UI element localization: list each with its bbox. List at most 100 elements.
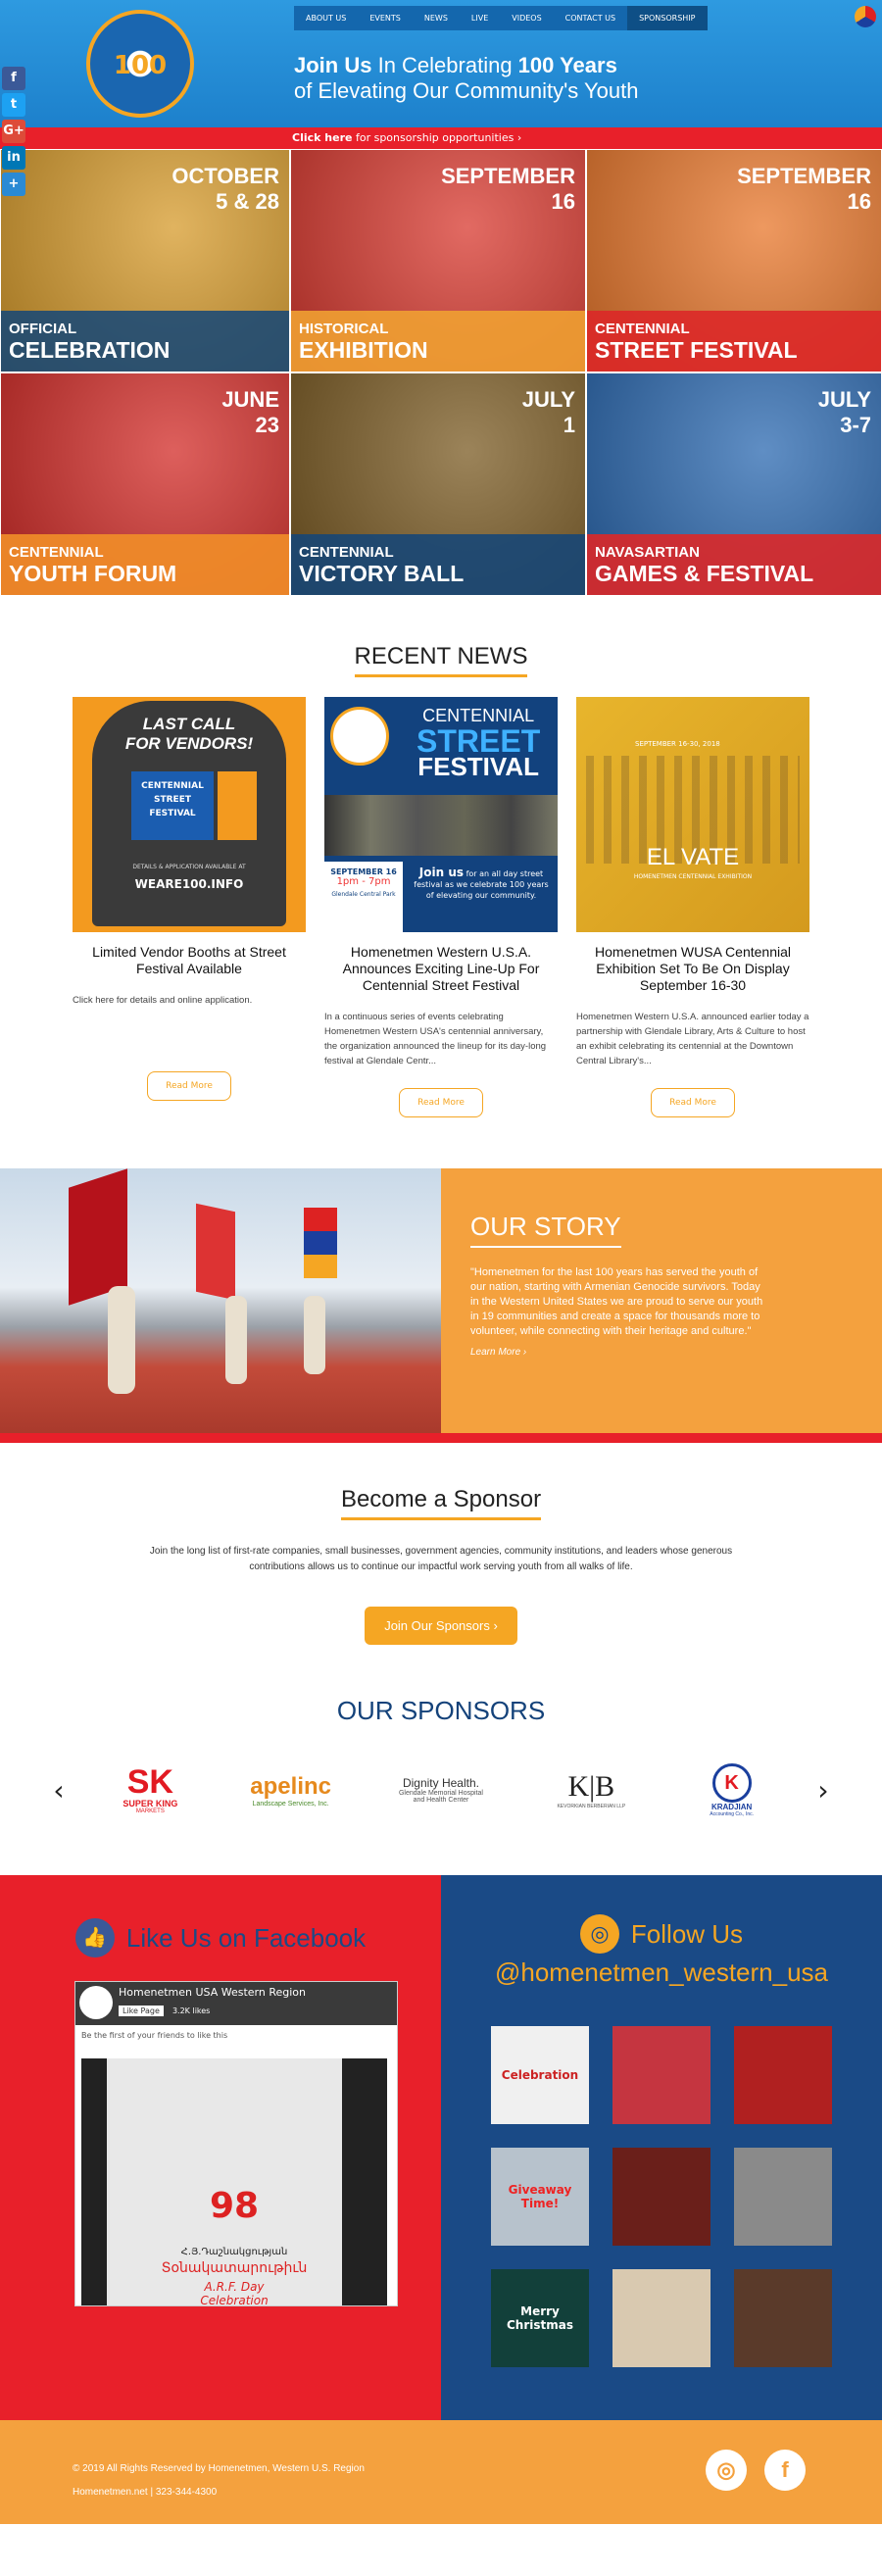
news-image-vendors[interactable]: LAST CALL FOR VENDORS! CENTENNIAL STREET…	[73, 697, 306, 932]
instagram-photo[interactable]	[612, 2269, 710, 2367]
nav-item-sponsorship[interactable]: SPONSORSHIP	[627, 6, 708, 30]
instagram-photo[interactable]: Merry Christmas	[491, 2269, 589, 2367]
news-image-street-festival[interactable]: CENTENNIAL STREET FESTIVAL SEPTEMBER 16 …	[324, 697, 558, 932]
instagram-photo[interactable]	[612, 2148, 710, 2246]
twitter-icon[interactable]: t	[2, 93, 25, 117]
event-caption-line1: NAVASARTIAN	[595, 544, 700, 561]
instagram-grid: Celebration Giveaway Time! Merry Christmas	[491, 2026, 832, 2367]
share-plus-icon[interactable]: +	[2, 173, 25, 196]
chevron-right-icon[interactable]: ›	[813, 1774, 833, 1807]
sponsor-logo-kradjian[interactable]: K KRADJIAN Accounting Co., Inc.	[673, 1762, 791, 1817]
event-month: JULY	[521, 387, 575, 412]
news-title[interactable]: Homenetmen Western U.S.A. Announces Exci…	[324, 944, 558, 994]
instagram-photo[interactable]	[734, 2026, 832, 2124]
like-page-button[interactable]: Like Page	[119, 2006, 164, 2016]
sponsor-logo-sub2: Accounting Co., Inc.	[710, 1810, 755, 1817]
event-caption-line2: EXHIBITION	[299, 337, 428, 363]
nav-item-contact-us[interactable]: CONTACT US	[554, 6, 627, 30]
sponsor-logo-sub: KEVORKIAN BERBERIAN LLP	[557, 1804, 626, 1809]
instagram-photo[interactable]	[734, 2148, 832, 2246]
event-caption-line1: CENTENNIAL	[299, 544, 394, 561]
facebook-icon[interactable]: f	[2, 67, 25, 90]
instagram-photo[interactable]: Giveaway Time!	[491, 2148, 589, 2246]
instagram-photo[interactable]: Celebration	[491, 2026, 589, 2124]
news-card: LAST CALL FOR VENDORS! CENTENNIAL STREET…	[73, 697, 306, 1117]
event-caption-line2: GAMES & FESTIVAL	[595, 561, 814, 586]
news-cards: LAST CALL FOR VENDORS! CENTENNIAL STREET…	[73, 697, 809, 1117]
sponsorship-link[interactable]: Click here	[292, 131, 352, 144]
event-date: JUNE 23	[221, 387, 279, 438]
sponsor-logo-super-king[interactable]: SK SUPER KING MARKETS	[91, 1765, 209, 1814]
news-title[interactable]: Limited Vendor Booths at Street Festival…	[73, 944, 306, 977]
event-tile[interactable]: JUNE 23 CENTENNIAL YOUTH FORUM	[0, 372, 290, 596]
instagram-handle[interactable]: @homenetmen_western_usa	[495, 1957, 828, 1988]
parade-photo	[0, 1168, 441, 1433]
card3-date: SEPTEMBER 16-30, 2018	[635, 740, 720, 748]
facebook-likes: 3.2K likes	[172, 2006, 211, 2015]
event-date: SEPTEMBER 16	[737, 164, 871, 215]
sponsorship-bar[interactable]: Click here for sponsorship opportunities…	[0, 127, 882, 149]
read-more-button[interactable]: Read More	[147, 1071, 231, 1101]
footer-instagram-icon[interactable]: ◎	[706, 2450, 747, 2491]
card3-word: EL VATE	[646, 844, 740, 870]
sponsor-logo-sub2: and Health Center	[413, 1797, 469, 1804]
news-excerpt: In a continuous series of events celebra…	[324, 1012, 547, 1066]
sponsor-logo-dignity-health[interactable]: Dignity Health. Glendale Memorial Hospit…	[372, 1776, 510, 1804]
facebook-widget[interactable]: Homenetmen USA Western Region Like Page …	[74, 1981, 398, 2307]
nav-item-videos[interactable]: VIDEOS	[500, 6, 553, 30]
event-tile[interactable]: JULY 1 CENTENNIAL VICTORY BALL	[290, 372, 586, 596]
event-month: JUNE	[221, 387, 279, 412]
event-tile[interactable]: SEPTEMBER 16 CENTENNIAL STREET FESTIVAL	[586, 149, 882, 372]
event-date: SEPTEMBER 16	[441, 164, 575, 215]
nav-item-news[interactable]: NEWS	[413, 6, 460, 30]
card1-small: DETAILS & APPLICATION AVAILABLE AT	[132, 864, 246, 870]
nav-item-live[interactable]: LIVE	[460, 6, 500, 30]
linkedin-icon[interactable]: in	[2, 146, 25, 170]
footer-facebook-icon[interactable]: f	[764, 2450, 806, 2491]
nav-item-events[interactable]: EVENTS	[358, 6, 413, 30]
sponsor-logo-text: apelinc	[250, 1772, 331, 1800]
post-line3: A.R.F. Day	[204, 2280, 265, 2294]
facebook-post-image[interactable]: 98 Հ.Յ.Դաշնակցության Տօնակատարութիւն A.R…	[81, 2058, 387, 2307]
centennial-logo[interactable]: 100	[86, 10, 194, 118]
event-caption: NAVASARTIAN GAMES & FESTIVAL	[587, 534, 881, 595]
post-line4: Celebration	[200, 2294, 269, 2307]
our-story-title: OUR STORY	[470, 1212, 621, 1248]
learn-more-link[interactable]: Learn More ›	[470, 1345, 764, 1360]
read-more-button[interactable]: Read More	[399, 1088, 483, 1117]
sponsor-logo-apelinc[interactable]: apelinc Landscape Services, Inc.	[232, 1773, 350, 1808]
join-sponsors-button[interactable]: Join Our Sponsors ›	[365, 1607, 517, 1645]
event-tile[interactable]: OCTOBER 5 & 28 OFFICIAL CELEBRATION	[0, 149, 290, 372]
event-date: JULY 1	[522, 387, 575, 438]
flag-icon[interactable]	[855, 6, 876, 27]
story-divider	[0, 1433, 882, 1443]
sponsors-carousel: ‹ SK SUPER KING MARKETS apelinc Landscap…	[49, 1756, 833, 1824]
post-line2: Տօնակատարութիւն	[161, 2260, 308, 2276]
event-day: 5 & 28	[216, 189, 279, 214]
event-caption-line1: CENTENNIAL	[595, 321, 690, 337]
footer-contact[interactable]: Homenetmen.net | 323-344-4300	[73, 2487, 217, 2498]
footer-copyright: © 2019 All Rights Reserved by Homenetmen…	[73, 2463, 365, 2474]
chevron-left-icon[interactable]: ‹	[49, 1774, 69, 1807]
news-image-exhibition[interactable]: SEPTEMBER 16-30, 2018 EL VATE HOMENETMEN…	[576, 697, 809, 932]
event-day: 16	[847, 189, 871, 214]
news-title[interactable]: Homenetmen WUSA Centennial Exhibition Se…	[576, 944, 809, 994]
event-date: OCTOBER 5 & 28	[172, 164, 279, 215]
news-card: CENTENNIAL STREET FESTIVAL SEPTEMBER 16 …	[324, 697, 558, 1117]
thumbs-up-icon: 👍	[74, 1918, 115, 1957]
google-plus-icon[interactable]: G+	[2, 120, 25, 143]
facebook-page-name[interactable]: Homenetmen USA Western Region	[119, 1986, 393, 1999]
event-month: SEPTEMBER	[441, 164, 575, 188]
instagram-title: Follow Us	[630, 1918, 744, 1949]
nav-item-about-us[interactable]: ABOUT US	[294, 6, 358, 30]
event-tile[interactable]: JULY 3-7 NAVASARTIAN GAMES & FESTIVAL	[586, 372, 882, 596]
sponsor-logo-kb[interactable]: K|B KEVORKIAN BERBERIAN LLP	[532, 1770, 650, 1809]
read-more-button[interactable]: Read More	[651, 1088, 735, 1117]
instagram-photo[interactable]	[734, 2269, 832, 2367]
card2-loc: Glendale Central Park	[331, 891, 396, 898]
event-caption: CENTENNIAL VICTORY BALL	[291, 534, 585, 595]
event-caption-line1: HISTORICAL	[299, 321, 389, 337]
event-tile[interactable]: SEPTEMBER 16 HISTORICAL EXHIBITION	[290, 149, 586, 372]
instagram-photo[interactable]	[612, 2026, 710, 2124]
our-story-section: OUR STORY "Homenetmen for the last 100 y…	[0, 1168, 882, 1443]
